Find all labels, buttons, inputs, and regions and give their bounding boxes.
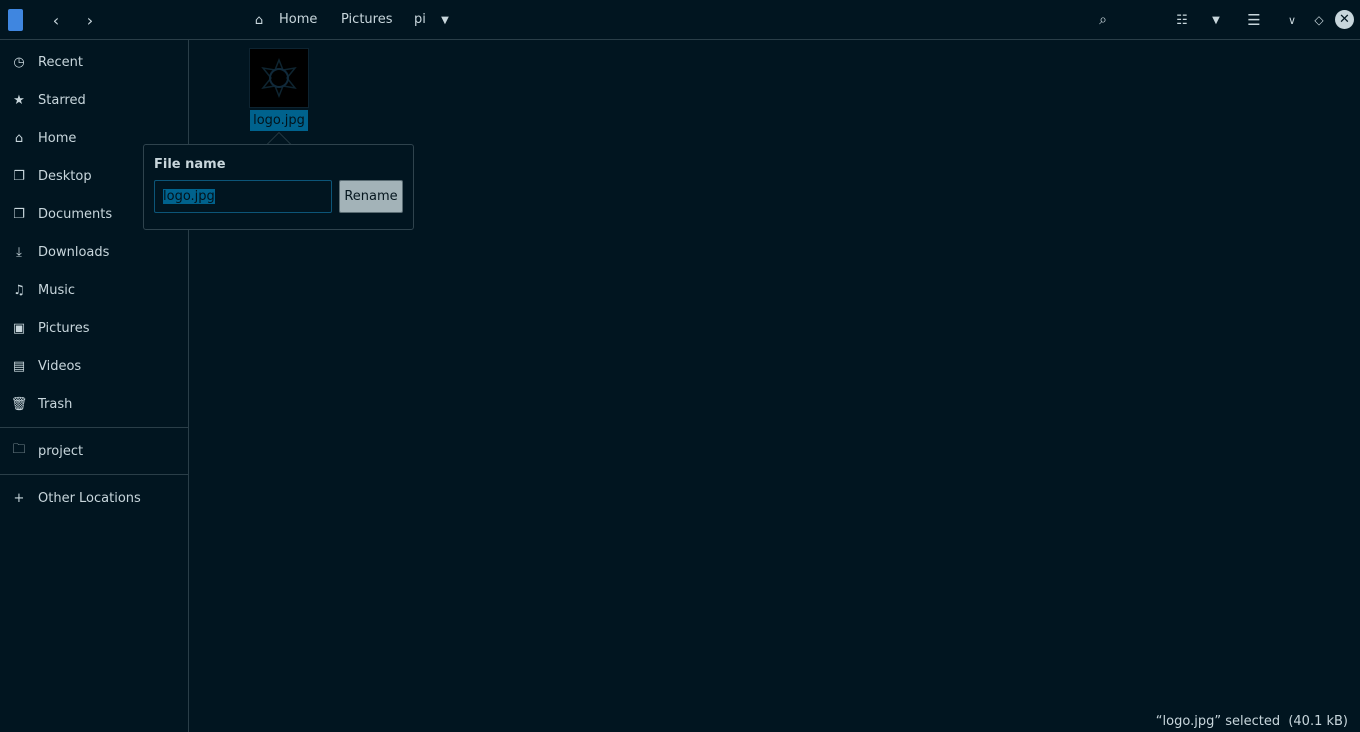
sidebar-item-label: Documents [38,206,113,222]
download-icon: ⤓ [16,244,22,260]
sidebar-item-label: project [38,443,84,459]
sidebar-item-starred[interactable]: ★ Starred [0,81,188,119]
sidebar-divider [0,427,188,428]
sidebar-item-label: Other Locations [38,490,141,506]
sidebar-item-label: Starred [38,92,86,108]
close-button[interactable]: ✕ [1335,10,1354,29]
popover-arrow [267,132,291,144]
rename-button[interactable]: Rename [339,180,403,213]
film-icon: ▤ [12,358,26,374]
status-text: “logo.jpg” selected (40.1 kB) [1155,714,1348,729]
view-options-button[interactable]: ▼ [1208,10,1224,30]
sidebar-item-recent[interactable]: ◷ Recent [0,43,188,81]
breadcrumb-home[interactable]: Home [279,12,317,27]
minimize-button[interactable]: ∨ [1283,10,1301,30]
breadcrumb-pi[interactable]: pi [414,12,426,27]
sidebar-item-videos[interactable]: ▤ Videos [0,347,188,385]
folder-icon: 🗀 [12,442,26,457]
sidebar-item-label: Downloads [38,244,110,260]
image-icon: ▣ [12,320,26,336]
sidebar-item-label: Home [38,130,77,146]
view-list-button[interactable]: ☷ [1172,10,1192,30]
clock-icon: ◷ [13,54,25,70]
sidebar-item-music[interactable]: ♫ Music [0,271,188,309]
rename-popover: File name logo.jpg Rename [143,144,414,230]
header-bar: ‹ › ⌂ Home Pictures pi ▼ ⌕ ☷ ▼ ☰ ∨ ◇ ✕ [0,0,1360,40]
path-menu-button[interactable]: ▼ [438,10,452,30]
menu-button[interactable]: ☰ [1244,10,1264,30]
file-thumbnail[interactable] [249,48,309,108]
trash-icon: 🗑 [10,396,28,412]
ea-logo-icon [261,58,297,98]
sidebar-divider [0,474,188,475]
plus-icon: + [13,490,25,506]
file-name-input[interactable]: logo.jpg [154,180,332,213]
back-button[interactable]: ‹ [46,10,66,30]
home-icon: ⌂ [14,130,24,146]
breadcrumb-pictures[interactable]: Pictures [341,12,392,27]
sidebar-item-pictures[interactable]: ▣ Pictures [0,309,188,347]
sidebar-item-label: Trash [38,396,73,412]
sidebar-item-label: Recent [38,54,83,70]
folder-icon: ❐ [13,206,25,222]
file-name-input-value: logo.jpg [163,189,215,204]
file-name-label[interactable]: logo.jpg [250,110,308,131]
sidebar-item-other-locations[interactable]: + Other Locations [0,479,188,517]
home-icon: ⌂ [254,12,264,28]
sidebar-item-label: Pictures [38,320,90,336]
sidebar-item-downloads[interactable]: ⤓ Downloads [0,233,188,271]
maximize-button[interactable]: ◇ [1310,10,1328,30]
search-button[interactable]: ⌕ [1093,10,1113,30]
forward-button[interactable]: › [80,10,100,30]
sidebar-item-trash[interactable]: 🗑 Trash [0,385,188,423]
star-icon: ★ [13,92,25,108]
folder-icon: ❐ [13,168,25,184]
app-icon [8,9,23,31]
sidebar-item-label: Videos [38,358,82,374]
music-icon: ♫ [13,282,25,298]
sidebar-item-project[interactable]: 🗀 project [0,432,188,470]
sidebar-item-label: Desktop [38,168,92,184]
sidebar-item-label: Music [38,282,75,298]
popover-title: File name [154,157,226,172]
